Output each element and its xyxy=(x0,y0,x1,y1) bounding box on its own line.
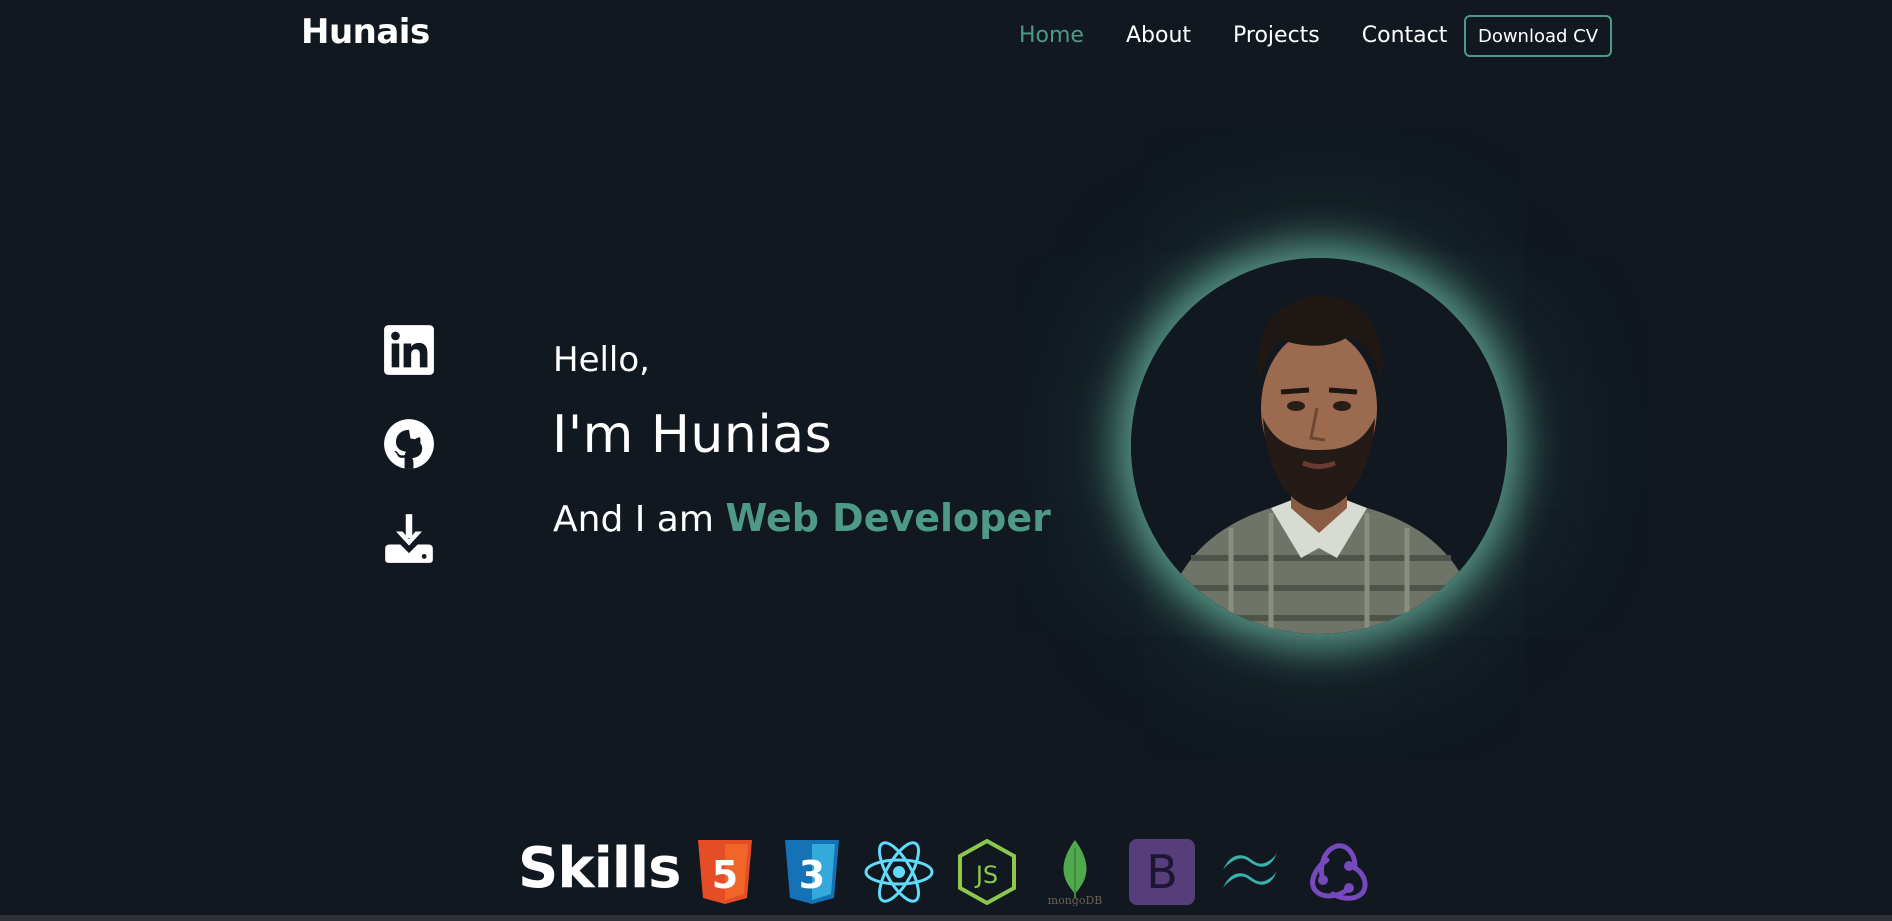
profile-photo xyxy=(1131,258,1507,634)
redux-icon xyxy=(1303,838,1373,906)
svg-text:3: 3 xyxy=(799,853,825,897)
download-icon[interactable] xyxy=(383,512,435,564)
nav-contact[interactable]: Contact xyxy=(1362,23,1448,48)
svg-text:mongoDB: mongoDB xyxy=(1048,894,1103,906)
brand-logo[interactable]: Hunais xyxy=(301,12,430,52)
svg-text:JS: JS xyxy=(974,861,998,889)
skills-title: Skills xyxy=(518,836,681,901)
page-bottom-divider xyxy=(0,915,1892,921)
portfolio-page: Hunais Home About Projects Contact Downl… xyxy=(0,0,1892,921)
hero-greeting: Hello, xyxy=(553,340,650,380)
nav-projects[interactable]: Projects xyxy=(1233,23,1320,48)
hero-name: I'm Hunias xyxy=(552,405,833,465)
nodejs-icon: JS xyxy=(955,838,1019,906)
hero-role: And I am Web Developer xyxy=(553,496,1051,540)
svg-text:B: B xyxy=(1146,845,1178,899)
download-cv-button[interactable]: Download CV xyxy=(1464,15,1612,57)
tailwind-icon xyxy=(1219,838,1281,906)
github-icon[interactable] xyxy=(383,418,435,470)
hero-role-title: Web Developer xyxy=(725,496,1051,540)
main-nav: Home About Projects Contact xyxy=(1019,0,1489,70)
mongodb-icon: mongoDB xyxy=(1040,838,1110,906)
linkedin-icon[interactable] xyxy=(383,324,435,376)
svg-text:5: 5 xyxy=(712,853,738,897)
html5-icon: 5 xyxy=(692,838,758,906)
nav-about[interactable]: About xyxy=(1126,23,1191,48)
nav-home[interactable]: Home xyxy=(1019,23,1084,48)
hero-role-prefix: And I am xyxy=(553,499,714,540)
bootstrap-icon: B xyxy=(1129,838,1195,906)
react-icon xyxy=(863,838,935,906)
css3-icon: 3 xyxy=(779,838,845,906)
